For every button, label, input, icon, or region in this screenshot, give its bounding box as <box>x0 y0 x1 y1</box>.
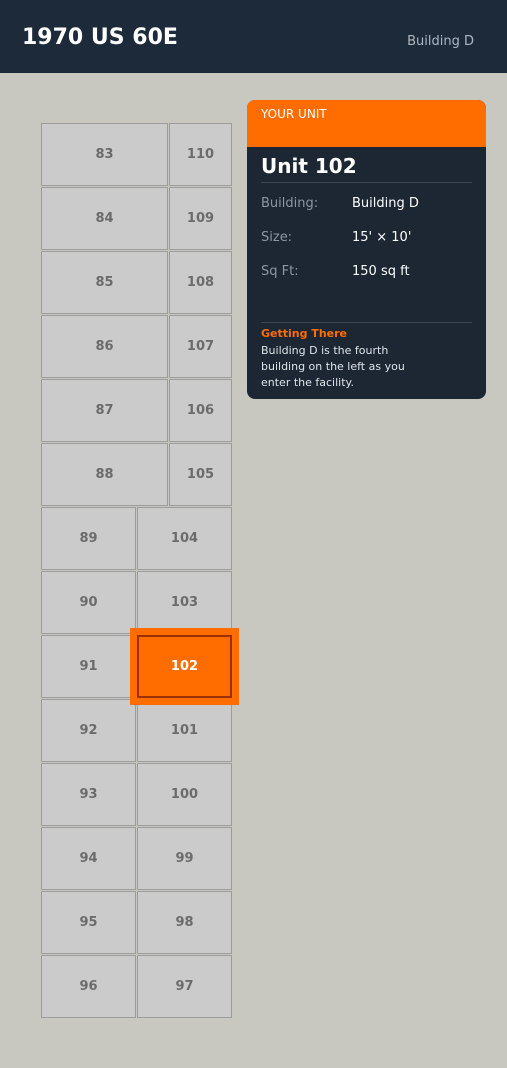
unit-104[interactable]: 104 <box>137 507 232 570</box>
unit-100[interactable]: 100 <box>137 763 232 826</box>
card-header: YOUR UNIT <box>247 100 486 147</box>
unit-99[interactable]: 99 <box>137 827 232 890</box>
size-row-label: Size: <box>261 230 293 245</box>
unit-97[interactable]: 97 <box>137 955 232 1018</box>
size-row: Size: 15' × 10' <box>261 230 472 246</box>
unit-93[interactable]: 93 <box>41 763 136 826</box>
size-row-value: 15' × 10' <box>352 230 412 245</box>
directions-heading: Getting There <box>261 327 347 340</box>
unit-84[interactable]: 84 <box>41 187 168 250</box>
directions-text: Building D is the fourth building on the… <box>261 344 405 389</box>
sqft-row: Sq Ft: 150 sq ft <box>261 264 472 280</box>
unit-98[interactable]: 98 <box>137 891 232 954</box>
unit-88[interactable]: 88 <box>41 443 168 506</box>
unit-83[interactable]: 83 <box>41 123 168 186</box>
unit-title: Unit 102 <box>261 154 357 178</box>
unit-87[interactable]: 87 <box>41 379 168 442</box>
unit-95[interactable]: 95 <box>41 891 136 954</box>
unit-108[interactable]: 108 <box>169 251 232 314</box>
building-row-value: Building D <box>352 196 419 211</box>
unit-85[interactable]: 85 <box>41 251 168 314</box>
facility-title: 1970 US 60E <box>22 25 178 50</box>
unit-103[interactable]: 103 <box>137 571 232 634</box>
unit-96[interactable]: 96 <box>41 955 136 1018</box>
unit-101[interactable]: 101 <box>137 699 232 762</box>
directions-divider <box>261 322 472 323</box>
unit-105[interactable]: 105 <box>169 443 232 506</box>
unit-102[interactable]: 102 <box>137 635 232 698</box>
sqft-row-label: Sq Ft: <box>261 264 299 279</box>
unit-92[interactable]: 92 <box>41 699 136 762</box>
sqft-row-value: 150 sq ft <box>352 264 410 279</box>
building-row-label: Building: <box>261 196 319 211</box>
unit-110[interactable]: 110 <box>169 123 232 186</box>
card-divider <box>261 182 472 183</box>
unit-106[interactable]: 106 <box>169 379 232 442</box>
unit-89[interactable]: 89 <box>41 507 136 570</box>
unit-94[interactable]: 94 <box>41 827 136 890</box>
top-bar: 1970 US 60E Building D <box>0 0 507 73</box>
card-tag: YOUR UNIT <box>261 107 327 121</box>
unit-109[interactable]: 109 <box>169 187 232 250</box>
building-row: Building: Building D <box>261 196 472 212</box>
unit-info-card: YOUR UNIT Unit 102 Building: Building D … <box>247 100 486 399</box>
building-name: Building D <box>407 34 474 49</box>
unit-91[interactable]: 91 <box>41 635 136 698</box>
unit-90[interactable]: 90 <box>41 571 136 634</box>
unit-107[interactable]: 107 <box>169 315 232 378</box>
unit-86[interactable]: 86 <box>41 315 168 378</box>
